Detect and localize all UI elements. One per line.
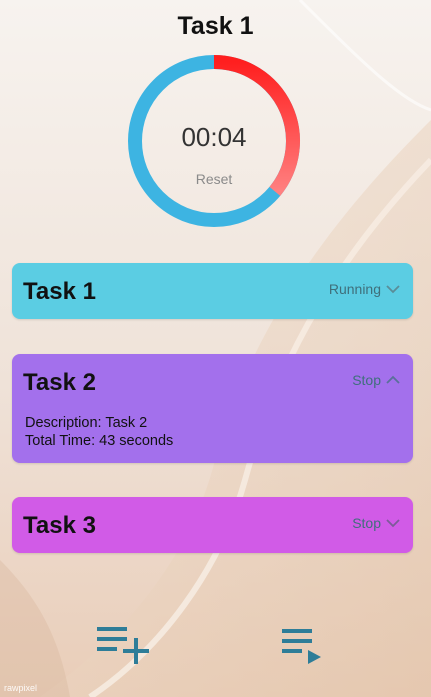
watermark-text: rawpixel xyxy=(4,683,38,693)
chevron-up-icon[interactable] xyxy=(385,375,401,385)
task-card-3[interactable]: Task 3 Stop xyxy=(12,497,413,553)
task-total-time: Total Time: 43 seconds xyxy=(25,433,174,449)
chevron-down-icon[interactable] xyxy=(385,284,401,294)
active-task-title: Task 1 xyxy=(177,12,254,40)
task-status: Stop xyxy=(352,515,381,531)
task-status: Stop xyxy=(352,372,381,388)
timer-display: 00:04 xyxy=(181,122,247,152)
task-card-2[interactable]: Task 2 Stop Description: Task 2 Total Ti… xyxy=(12,354,413,463)
task-title: Task 3 xyxy=(23,512,96,539)
reset-button[interactable]: Reset xyxy=(180,168,248,190)
task-description: Description: Task 2 xyxy=(25,415,148,431)
task-title: Task 1 xyxy=(23,278,96,305)
playlist-play-icon[interactable] xyxy=(281,627,323,667)
task-card-1[interactable]: Task 1 Running xyxy=(12,263,413,319)
chevron-down-icon[interactable] xyxy=(385,518,401,528)
task-status: Running xyxy=(328,281,381,297)
task-title: Task 2 xyxy=(23,369,96,396)
playlist-add-icon[interactable] xyxy=(95,625,151,667)
